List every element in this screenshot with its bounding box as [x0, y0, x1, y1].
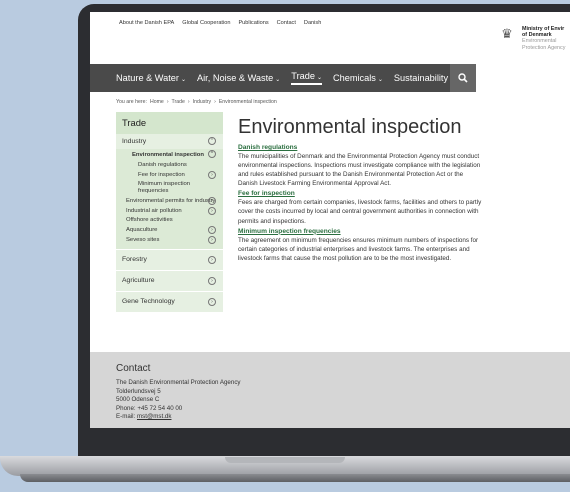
breadcrumb-current: Environmental inspection	[218, 99, 277, 105]
footer-city: 5000 Odense C	[116, 396, 160, 404]
footer-email-label: E-mail:	[116, 413, 136, 421]
sidebar-item-label: Industry	[122, 138, 147, 145]
breadcrumb-trade[interactable]: Trade	[172, 99, 185, 105]
footer: Contact The Danish Environmental Protect…	[90, 352, 570, 428]
chevron-right-icon[interactable]: ›	[208, 206, 216, 215]
sidebar-title[interactable]: Trade	[116, 112, 223, 134]
footer-org: The Danish Environmental Protection Agen…	[116, 379, 241, 386]
sidebar-item-label: Environmental inspection	[132, 152, 205, 158]
nav-item-nature-water[interactable]: Nature & Water ⌄	[116, 73, 186, 83]
breadcrumb-home[interactable]: Home	[150, 99, 164, 105]
sidebar-item-label: Seveso sites	[126, 236, 160, 243]
breadcrumb-separator-icon: ›	[166, 99, 169, 105]
nav-item-air-noise-waste[interactable]: Air, Noise & Waste ⌄	[197, 73, 280, 83]
nav-label: Chemicals	[333, 73, 376, 83]
page-title: Environmental inspection	[238, 116, 462, 138]
chevron-right-icon[interactable]: ›	[208, 277, 216, 286]
sidebar-item-label: Agriculture	[122, 277, 155, 285]
chevron-right-icon[interactable]: ›	[208, 170, 216, 179]
chevron-right-icon[interactable]: ›	[208, 236, 216, 245]
sidebar-item-label: Environmental permits for industry	[126, 197, 216, 204]
footer-phone: Phone: +45 72 54 40 00	[116, 404, 183, 412]
chevron-down-icon: ⌄	[180, 77, 187, 83]
laptop-notch	[225, 457, 345, 463]
sidebar-item-industry[interactable]: Industry ⌃	[116, 134, 223, 149]
section-text-fee: Fees are charged from certain companies,…	[238, 199, 482, 225]
nav-item-trade[interactable]: Trade ⌄	[291, 71, 322, 85]
breadcrumb-separator-icon: ›	[214, 99, 216, 105]
sidebar-item-minimum-frequencies[interactable]: Minimum inspection frequencies	[116, 180, 223, 196]
search-button[interactable]	[450, 64, 476, 92]
browser-screen: About the Danish EPA Global Cooperation …	[90, 12, 570, 428]
sidebar-item-aquaculture[interactable]: Aquaculture ›	[116, 225, 223, 235]
crown-icon: ♛	[501, 26, 513, 41]
utility-link-danish[interactable]: Danish	[304, 20, 321, 26]
sidebar-submenu: Environmental inspection ⌃ Danish regula…	[116, 149, 223, 250]
sidebar-item-label: Forestry	[122, 256, 147, 264]
breadcrumb-industry[interactable]: Industry	[193, 99, 211, 105]
nav-spacer	[476, 64, 570, 92]
sidebar-item-seveso[interactable]: Seveso sites ›	[116, 235, 223, 245]
logo-text: Ministry of Envir of Denmark Environment…	[522, 26, 565, 51]
chevron-down-icon: ⌄	[377, 77, 383, 83]
section-heading-minimum-frequencies[interactable]: Minimum inspection frequencies	[238, 228, 483, 235]
sidebar-item-air-pollution[interactable]: Industrial air pollution ›	[116, 206, 223, 216]
ministry-logo[interactable]: ♛ Ministry of Envir of Denmark Environme…	[498, 26, 565, 51]
search-icon	[458, 73, 468, 83]
utility-bar: About the Danish EPA Global Cooperation …	[90, 12, 570, 64]
utility-link-global[interactable]: Global Cooperation	[182, 20, 230, 26]
nav-item-chemicals[interactable]: Chemicals ⌄	[333, 73, 383, 83]
chevron-down-icon: ⌄	[275, 77, 281, 83]
sidebar-item-danish-regulations[interactable]: Danish regulations	[116, 160, 223, 170]
footer-contact: The Danish Environmental Protection Agen…	[116, 379, 241, 422]
footer-street: Tolderlundsvej 5	[116, 387, 161, 395]
chevron-right-icon[interactable]: ›	[208, 256, 216, 265]
nav-item-sustainability[interactable]: Sustainability⌄	[394, 73, 455, 83]
sidebar-item-label: Danish regulations	[138, 161, 187, 168]
section-text-minimum-frequencies: The agreement on minimum frequencies ens…	[238, 236, 479, 262]
sidebar-item-offshore[interactable]: Offshore activities	[116, 216, 223, 226]
chevron-down-icon: ⌄	[316, 75, 322, 81]
nav-label: Trade	[291, 71, 315, 81]
sidebar-item-forestry[interactable]: Forestry ›	[116, 250, 223, 271]
article: Environmental inspection Danish regulati…	[238, 116, 483, 264]
breadcrumb: You are here: Home › Trade › Industry › …	[116, 99, 277, 105]
sidebar-item-agriculture[interactable]: Agriculture ›	[116, 271, 223, 292]
utility-link-publications[interactable]: Publications	[238, 20, 268, 26]
sidebar-item-label: Gene Technology	[122, 298, 175, 306]
chevron-up-icon[interactable]: ⌃	[208, 137, 216, 145]
chevron-up-icon[interactable]: ⌃	[208, 150, 216, 158]
chevron-right-icon[interactable]: ›	[208, 226, 216, 235]
chevron-right-icon[interactable]: ›	[208, 298, 216, 307]
sidebar-item-environmental-inspection[interactable]: Environmental inspection ⌃	[116, 149, 223, 160]
section-text-danish-regulations: The municipalities of Denmark and the En…	[238, 153, 481, 188]
section-heading-fee[interactable]: Fee for inspection	[238, 190, 483, 197]
sidebar-item-label: Offshore activities	[126, 217, 173, 224]
footer-email-line: E-mail: mst@mst.dk	[116, 413, 241, 422]
sidebar: Trade Industry ⌃ Environmental inspectio…	[116, 112, 223, 313]
nav-label: Nature & Water	[116, 73, 179, 83]
breadcrumb-prefix: You are here:	[116, 99, 147, 105]
sidebar-item-label: Aquaculture	[126, 227, 158, 234]
logo-line-4: Protection Agency	[522, 44, 566, 51]
sidebar-item-label: Minimum inspection frequencies	[138, 181, 191, 194]
sidebar-item-gene-technology[interactable]: Gene Technology ›	[116, 292, 223, 313]
sidebar-item-label: Fee for inspection	[138, 171, 185, 178]
footer-title: Contact	[116, 363, 151, 374]
utility-link-contact[interactable]: Contact	[277, 20, 296, 26]
laptop-base-edge	[20, 474, 570, 482]
nav-label: Air, Noise & Waste	[197, 73, 274, 83]
footer-email-link[interactable]: mst@mst.dk	[137, 413, 171, 420]
utility-links: About the Danish EPA Global Cooperation …	[119, 20, 321, 26]
breadcrumb-separator-icon: ›	[187, 99, 190, 105]
main-nav: Nature & Water ⌄ Air, Noise & Waste ⌄ Trad…	[90, 64, 570, 92]
nav-label: Sustainability	[393, 73, 449, 83]
sidebar-industry-box: Industry ⌃ Environmental inspection ⌃ Da…	[116, 134, 223, 250]
utility-link-about[interactable]: About the Danish EPA	[119, 20, 174, 26]
section-heading-danish-regulations[interactable]: Danish regulations	[238, 144, 483, 151]
sidebar-item-fee-for-inspection[interactable]: Fee for inspection ›	[116, 170, 223, 180]
sidebar-item-label: Industrial air pollution	[126, 207, 182, 214]
sidebar-item-permits[interactable]: Environmental permits for industry ›	[116, 196, 223, 206]
